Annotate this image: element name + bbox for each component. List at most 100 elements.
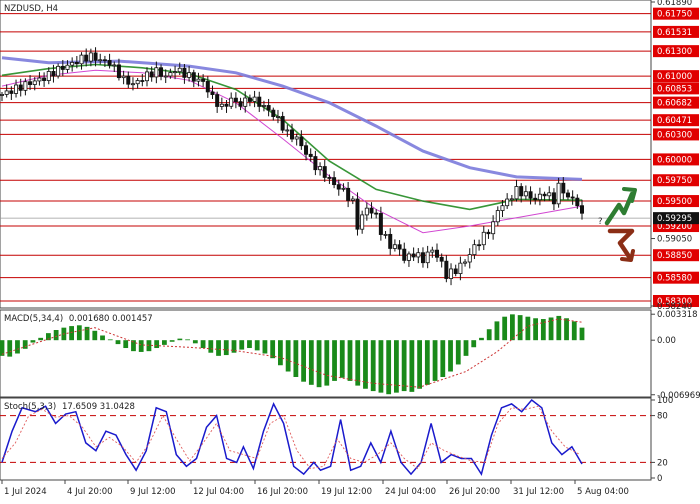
macd-tick-label: 0.00 bbox=[657, 336, 676, 346]
macd-bar bbox=[486, 329, 492, 341]
candle-body bbox=[32, 80, 37, 85]
candle-body bbox=[402, 248, 407, 261]
candle-body bbox=[201, 78, 206, 82]
candle-body bbox=[416, 252, 421, 258]
candle-body bbox=[477, 244, 482, 247]
candle-body bbox=[0, 94, 4, 96]
candle-body bbox=[294, 136, 299, 140]
macd-bar bbox=[285, 340, 291, 372]
macd-header-values: 0.001680 0.001457 bbox=[69, 314, 153, 324]
candle-body bbox=[533, 197, 538, 201]
stoch-tick-label: 100 bbox=[657, 396, 673, 406]
candle-body bbox=[318, 166, 323, 171]
macd-bar bbox=[579, 327, 585, 341]
level-label: 0.60471 bbox=[657, 116, 692, 126]
chart-title: NZDUSD, H4 bbox=[4, 4, 58, 14]
candle-body bbox=[322, 166, 327, 178]
level-label: 0.60682 bbox=[657, 99, 692, 109]
level-label: 0.60300 bbox=[657, 130, 692, 140]
candle-body bbox=[112, 64, 117, 67]
candle-body bbox=[257, 96, 262, 107]
macd-bar bbox=[494, 321, 500, 341]
macd-bar bbox=[316, 340, 322, 388]
candle-body bbox=[65, 64, 70, 70]
candle-body bbox=[154, 67, 159, 78]
candle-body bbox=[275, 116, 280, 118]
candle-body bbox=[500, 205, 505, 211]
candle-body bbox=[144, 71, 149, 82]
macd-bar bbox=[440, 340, 446, 377]
stoch-header-values: 17.6509 31.0428 bbox=[62, 402, 135, 412]
macd-bar bbox=[223, 340, 229, 356]
macd-bar bbox=[308, 340, 314, 385]
macd-bar bbox=[177, 338, 183, 341]
candle-body bbox=[336, 184, 341, 190]
stoch-tick-label: 0 bbox=[657, 474, 662, 484]
candle-body bbox=[215, 94, 220, 107]
candle-body bbox=[102, 59, 107, 62]
macd-bar bbox=[417, 340, 422, 389]
macd-bar bbox=[92, 330, 98, 341]
macd-bar bbox=[502, 316, 508, 341]
macd-bar bbox=[386, 340, 392, 395]
macd-bar bbox=[510, 314, 515, 341]
candle-body bbox=[542, 193, 547, 197]
level-label: 0.60853 bbox=[657, 84, 692, 94]
candle-body bbox=[23, 81, 28, 91]
candle-body bbox=[350, 198, 355, 201]
candle-body bbox=[341, 187, 346, 190]
level-label: 0.61300 bbox=[657, 47, 692, 57]
macd-bar bbox=[192, 340, 198, 344]
time-tick-label: 4 Jul 20:00 bbox=[67, 487, 113, 497]
candle-body bbox=[327, 177, 332, 179]
candle-body bbox=[9, 90, 14, 94]
price-tick-label: 0.61890 bbox=[657, 0, 692, 8]
macd-bar bbox=[324, 340, 330, 386]
candle-body bbox=[116, 64, 121, 79]
macd-bar bbox=[7, 340, 13, 357]
macd-bar bbox=[432, 340, 438, 381]
candle-body bbox=[266, 105, 271, 111]
macd-bar bbox=[216, 340, 221, 356]
candle-body bbox=[505, 198, 510, 207]
macd-bar bbox=[185, 339, 190, 341]
candle-body bbox=[369, 207, 374, 214]
candle-body bbox=[163, 75, 168, 78]
time-tick-label: 19 Jul 12:00 bbox=[321, 487, 372, 497]
candle-body bbox=[79, 54, 84, 65]
candle-body bbox=[383, 233, 388, 236]
candle-body bbox=[392, 244, 397, 249]
candle-body bbox=[271, 109, 276, 117]
macd-bar bbox=[278, 340, 283, 366]
candle-body bbox=[14, 84, 19, 94]
candle-body bbox=[28, 81, 33, 85]
chart-canvas: 0.61750 0.61531 0.61300 0.61000 0.60853 0.606… bbox=[0, 0, 700, 500]
candle-body bbox=[491, 221, 496, 235]
forecast-question-mark: ? bbox=[598, 217, 603, 227]
level-label: 0.59500 bbox=[657, 197, 692, 207]
macd-bar bbox=[162, 340, 167, 345]
macd-bar bbox=[69, 326, 74, 341]
candle-body bbox=[420, 252, 425, 264]
candle-body bbox=[495, 210, 500, 223]
macd-bar bbox=[571, 321, 577, 341]
time-tick-label: 9 Jul 12:00 bbox=[130, 487, 176, 497]
candle-body bbox=[205, 81, 210, 93]
candle-body bbox=[126, 75, 131, 85]
candle-body bbox=[168, 72, 173, 77]
candle-body bbox=[261, 105, 266, 107]
candle-body bbox=[556, 182, 561, 205]
level-label: 0.59750 bbox=[657, 176, 692, 186]
candle-body bbox=[4, 90, 9, 95]
candle-body bbox=[93, 52, 98, 61]
macd-bar bbox=[517, 315, 523, 341]
stoch-title: Stoch(5,3,3) 17.6509 31.0428 bbox=[4, 402, 135, 412]
macd-bar bbox=[301, 340, 306, 382]
candle-body bbox=[434, 249, 439, 258]
candle-body bbox=[304, 145, 309, 155]
candle-body bbox=[346, 187, 351, 201]
candle-body bbox=[187, 72, 192, 78]
candle-body bbox=[547, 192, 552, 197]
macd-tick-label: 0.003318 bbox=[657, 310, 698, 320]
macd-bar bbox=[38, 337, 44, 341]
